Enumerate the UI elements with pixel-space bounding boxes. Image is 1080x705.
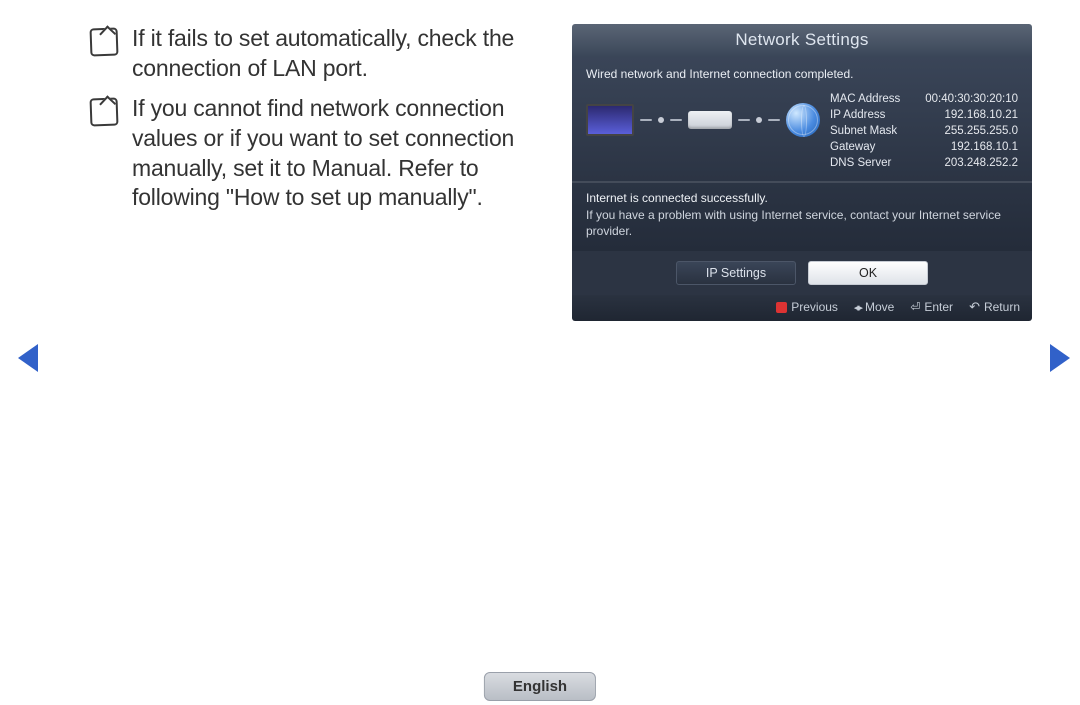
note-text: If you cannot find network connection va… xyxy=(132,94,548,214)
table-row: DNS Server 203.248.252.2 xyxy=(830,155,1018,171)
mac-address-label: MAC Address xyxy=(830,93,900,105)
ip-settings-button[interactable]: IP Settings xyxy=(676,261,796,285)
footer-return[interactable]: ↶ Return xyxy=(969,299,1020,315)
table-row: IP Address 192.168.10.21 xyxy=(830,107,1018,123)
panel-title: Network Settings xyxy=(572,24,1032,57)
language-button[interactable]: English xyxy=(484,672,596,701)
next-page-arrow[interactable] xyxy=(1050,344,1070,372)
network-settings-panel: Network Settings Wired network and Inter… xyxy=(572,24,1032,321)
connection-success-message: Internet is connected successfully. xyxy=(586,191,1018,205)
note-icon xyxy=(90,28,119,57)
globe-icon xyxy=(786,103,820,137)
note-icon xyxy=(90,97,119,126)
link-dash xyxy=(738,119,750,121)
ip-address-label: IP Address xyxy=(830,109,885,121)
subnet-mask-label: Subnet Mask xyxy=(830,125,897,137)
diagram-row: MAC Address 00:40:30:30:20:10 IP Address… xyxy=(586,91,1018,171)
ip-address-value: 192.168.10.21 xyxy=(944,109,1018,121)
connection-diagram xyxy=(586,91,820,137)
dns-server-value: 203.248.252.2 xyxy=(944,157,1018,169)
panel-buttons: IP Settings OK xyxy=(572,251,1032,295)
footer-previous[interactable]: Previous xyxy=(776,299,838,315)
move-arrows-icon: ◂▸ xyxy=(854,301,861,314)
network-details: MAC Address 00:40:30:30:20:10 IP Address… xyxy=(830,91,1018,171)
notes-column: If it fails to set automatically, check … xyxy=(90,24,548,321)
footer-enter[interactable]: ⏎ Enter xyxy=(910,299,953,315)
note-item: If it fails to set automatically, check … xyxy=(90,24,548,84)
footer-return-label: Return xyxy=(984,300,1020,314)
link-dot-icon xyxy=(756,117,762,123)
footer-move-label: Move xyxy=(865,300,894,314)
ok-button[interactable]: OK xyxy=(808,261,928,285)
main-content: If it fails to set automatically, check … xyxy=(0,0,1080,321)
table-row: Gateway 192.168.10.1 xyxy=(830,139,1018,155)
divider xyxy=(572,181,1032,183)
note-item: If you cannot find network connection va… xyxy=(90,94,548,214)
connection-help-message: If you have a problem with using Interne… xyxy=(586,207,1018,239)
panel-body: Wired network and Internet connection co… xyxy=(572,57,1032,251)
gateway-value: 192.168.10.1 xyxy=(951,141,1018,153)
link-dash xyxy=(640,119,652,121)
mac-address-value: 00:40:30:30:20:10 xyxy=(925,93,1018,105)
connection-status-top: Wired network and Internet connection co… xyxy=(586,67,1018,81)
panel-footer: Previous ◂▸ Move ⏎ Enter ↶ Return xyxy=(572,295,1032,321)
previous-page-arrow[interactable] xyxy=(18,344,38,372)
table-row: Subnet Mask 255.255.255.0 xyxy=(830,123,1018,139)
table-row: MAC Address 00:40:30:30:20:10 xyxy=(830,91,1018,107)
router-icon xyxy=(688,111,732,129)
gateway-label: Gateway xyxy=(830,141,875,153)
tv-icon xyxy=(586,104,634,136)
note-text: If it fails to set automatically, check … xyxy=(132,24,548,84)
enter-icon: ⏎ xyxy=(910,300,920,314)
footer-previous-label: Previous xyxy=(791,300,838,314)
link-dot-icon xyxy=(658,117,664,123)
link-dash xyxy=(768,119,780,121)
return-icon: ↶ xyxy=(969,299,980,315)
footer-move[interactable]: ◂▸ Move xyxy=(854,299,894,315)
subnet-mask-value: 255.255.255.0 xyxy=(944,125,1018,137)
dns-server-label: DNS Server xyxy=(830,157,891,169)
link-dash xyxy=(670,119,682,121)
footer-enter-label: Enter xyxy=(924,300,953,314)
red-button-icon xyxy=(776,302,787,313)
